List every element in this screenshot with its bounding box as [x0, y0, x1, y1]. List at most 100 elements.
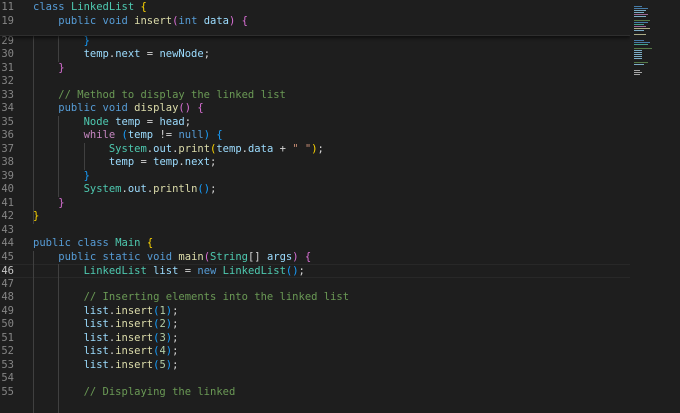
code-line[interactable]: 47: [0, 278, 630, 292]
line-number: 41: [1, 196, 14, 209]
line-number: 47: [1, 277, 14, 290]
code-line[interactable]: 34 public void display() {: [0, 102, 630, 116]
code-line[interactable]: 52 list.insert(4);: [0, 345, 630, 359]
code-line[interactable]: 19 public void insert(int data) {: [0, 15, 630, 29]
code-token: next: [115, 48, 141, 60]
minimap-row: [634, 50, 642, 51]
code-token: (): [197, 183, 211, 195]
code-line[interactable]: 36 while (temp != null) {: [0, 129, 630, 143]
code-line[interactable]: 55 // Displaying the linked: [0, 386, 630, 400]
code-token: {: [304, 250, 312, 263]
code-line[interactable]: 42}: [0, 210, 630, 224]
code-token: {: [140, 1, 147, 13]
line-code: class LinkedList {: [33, 1, 147, 15]
code-token: newNode: [159, 48, 204, 60]
code-token: }: [33, 34, 90, 47]
line-number: 34: [1, 102, 14, 114]
code-token: System: [33, 183, 122, 195]
code-token: // Method to display the linked list: [33, 88, 286, 101]
code-token: data: [203, 14, 230, 27]
minimap-row: [634, 16, 646, 17]
code-token: ;: [172, 345, 179, 357]
code-token: display: [134, 102, 179, 114]
code-token: temp: [115, 115, 141, 128]
code-token: void: [102, 102, 135, 114]
code-line[interactable]: 39 }: [0, 170, 630, 184]
code-line[interactable]: 32: [0, 75, 630, 89]
vertical-scrollbar[interactable]: [672, 0, 680, 413]
code-token: insert: [115, 304, 154, 317]
line-code: LinkedList list = new LinkedList();: [33, 265, 305, 279]
code-line[interactable]: 46 LinkedList list = new LinkedList();: [0, 264, 630, 278]
code-token: print: [178, 142, 211, 155]
code-line[interactable]: 50 list.insert(2);: [0, 318, 630, 332]
code-token: temp: [216, 142, 242, 155]
indent-guide: [33, 21, 34, 224]
code-line[interactable]: 43: [0, 224, 630, 238]
code-token: }: [33, 61, 65, 74]
code-token: Main: [115, 237, 141, 249]
code-line[interactable]: 11 class LinkedList {: [0, 1, 630, 15]
code-line[interactable]: 48 // Inserting elements into the linked…: [0, 291, 630, 305]
code-token: class: [33, 1, 71, 13]
code-token: out: [153, 142, 173, 155]
code-line[interactable]: 51 list.insert(3);: [0, 332, 630, 346]
line-code: System.out.print(temp.data + " ");: [33, 143, 324, 157]
minimap-row: [634, 8, 648, 9]
line-number: 42: [1, 210, 14, 222]
code-token: +: [273, 142, 293, 155]
code-line[interactable]: 37 System.out.print(temp.data + " ");: [0, 143, 630, 157]
minimap-row: [634, 28, 650, 29]
code-token: list: [33, 345, 109, 357]
code-token: LinkedList: [70, 1, 135, 13]
code-line[interactable]: 53 list.insert(5);: [0, 359, 630, 373]
code-token: =: [178, 265, 198, 277]
code-token: while: [33, 129, 122, 141]
line-number: 51: [1, 331, 14, 344]
code-token: public: [33, 14, 103, 27]
code-token: head: [159, 115, 185, 128]
code-token: {: [241, 14, 248, 27]
line-number: 32: [1, 75, 14, 87]
line-code: public class Main {: [33, 237, 153, 251]
line-code: // Method to display the linked list: [33, 89, 286, 103]
minimap-row: [634, 48, 652, 49]
code-line[interactable]: 54: [0, 372, 630, 386]
minimap-row: [634, 12, 644, 13]
code-line[interactable]: 41 }: [0, 197, 630, 211]
line-code: temp = temp.next;: [33, 156, 217, 170]
sticky-scroll-header[interactable]: 11 class LinkedList {19 public void inser…: [0, 0, 630, 36]
minimap-row: [634, 64, 644, 65]
line-code: list.insert(1);: [33, 304, 179, 319]
code-line[interactable]: 38 temp = temp.next;: [0, 156, 630, 170]
line-number: 52: [1, 345, 14, 357]
code-token: public: [33, 250, 103, 263]
code-token: data: [247, 142, 274, 155]
line-code: list.insert(4);: [33, 345, 179, 359]
code-line[interactable]: 40 System.out.println();: [0, 183, 630, 197]
code-line[interactable]: 33 // Method to display the linked list: [0, 89, 630, 103]
code-token: =: [140, 48, 160, 60]
line-number: 55: [1, 385, 14, 398]
code-line[interactable]: 44 public class Main {: [0, 237, 630, 251]
minimap-row: [634, 74, 640, 75]
minimap-row: [634, 22, 648, 23]
code-token: class: [77, 237, 116, 249]
code-token: }: [33, 169, 90, 182]
line-code: list.insert(5);: [33, 358, 179, 373]
code-line[interactable]: 30 temp.next = newNode;: [0, 48, 630, 62]
code-line[interactable]: 35 Node temp = head;: [0, 116, 630, 130]
line-code: public static void main(String[] args) {: [33, 251, 311, 265]
code-line[interactable]: 45 public static void main(String[] args…: [0, 251, 630, 265]
code-token: Node: [33, 115, 116, 128]
code-line[interactable]: 49 list.insert(1);: [0, 305, 630, 319]
code-editor[interactable]: 11 class LinkedList {19 public void inser…: [0, 0, 630, 413]
line-number: 38: [1, 156, 14, 168]
code-line[interactable]: 29 }: [0, 35, 630, 49]
code-line[interactable]: 31 }: [0, 62, 630, 76]
code-token: ;: [172, 304, 179, 317]
line-code: public void display() {: [33, 102, 203, 116]
code-token: insert: [115, 358, 154, 371]
line-code: System.out.println();: [33, 183, 217, 197]
line-number: 48: [1, 291, 14, 303]
